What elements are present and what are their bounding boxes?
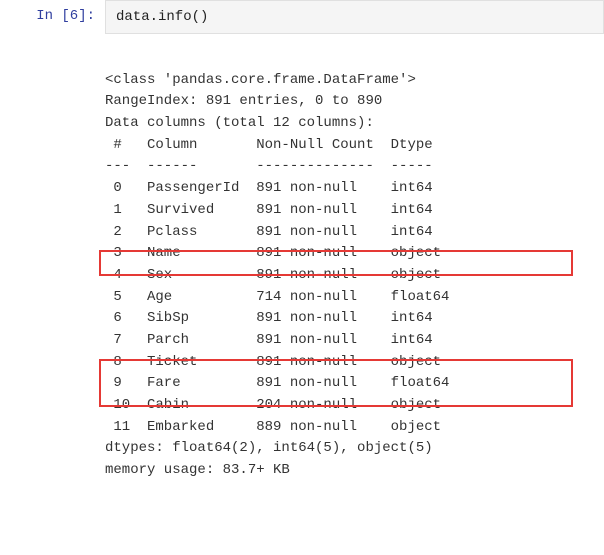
- output-cell: <class 'pandas.core.frame.DataFrame'> Ra…: [0, 34, 604, 555]
- output-prompt-spacer: [0, 34, 105, 555]
- info-row: 2 Pclass 891 non-null int64: [105, 224, 449, 240]
- info-range-index: RangeIndex: 891 entries, 0 to 890: [105, 93, 382, 109]
- info-memory-usage: memory usage: 83.7+ KB: [105, 462, 290, 478]
- info-dtypes-summary: dtypes: float64(2), int64(5), object(5): [105, 440, 433, 456]
- info-divider: --- ------ -------------- -----: [105, 158, 449, 174]
- info-data-columns: Data columns (total 12 columns):: [105, 115, 374, 131]
- input-prompt: In [6]:: [0, 0, 105, 34]
- info-row: 5 Age 714 non-null float64: [105, 289, 449, 305]
- info-row: 10 Cabin 204 non-null object: [105, 397, 449, 413]
- info-header: # Column Non-Null Count Dtype: [105, 137, 449, 153]
- input-cell: In [6]: data.info(): [0, 0, 604, 34]
- info-class-line: <class 'pandas.core.frame.DataFrame'>: [105, 72, 416, 88]
- info-row: 6 SibSp 891 non-null int64: [105, 310, 449, 326]
- output-text: <class 'pandas.core.frame.DataFrame'> Ra…: [105, 34, 604, 555]
- code-input[interactable]: data.info(): [105, 0, 604, 34]
- info-row: 9 Fare 891 non-null float64: [105, 375, 449, 391]
- info-row: 7 Parch 891 non-null int64: [105, 332, 449, 348]
- info-row: 0 PassengerId 891 non-null int64: [105, 180, 449, 196]
- info-row: 11 Embarked 889 non-null object: [105, 419, 449, 435]
- info-row: 3 Name 891 non-null object: [105, 245, 449, 261]
- info-row: 8 Ticket 891 non-null object: [105, 354, 449, 370]
- info-row: 4 Sex 891 non-null object: [105, 267, 449, 283]
- info-row: 1 Survived 891 non-null int64: [105, 202, 449, 218]
